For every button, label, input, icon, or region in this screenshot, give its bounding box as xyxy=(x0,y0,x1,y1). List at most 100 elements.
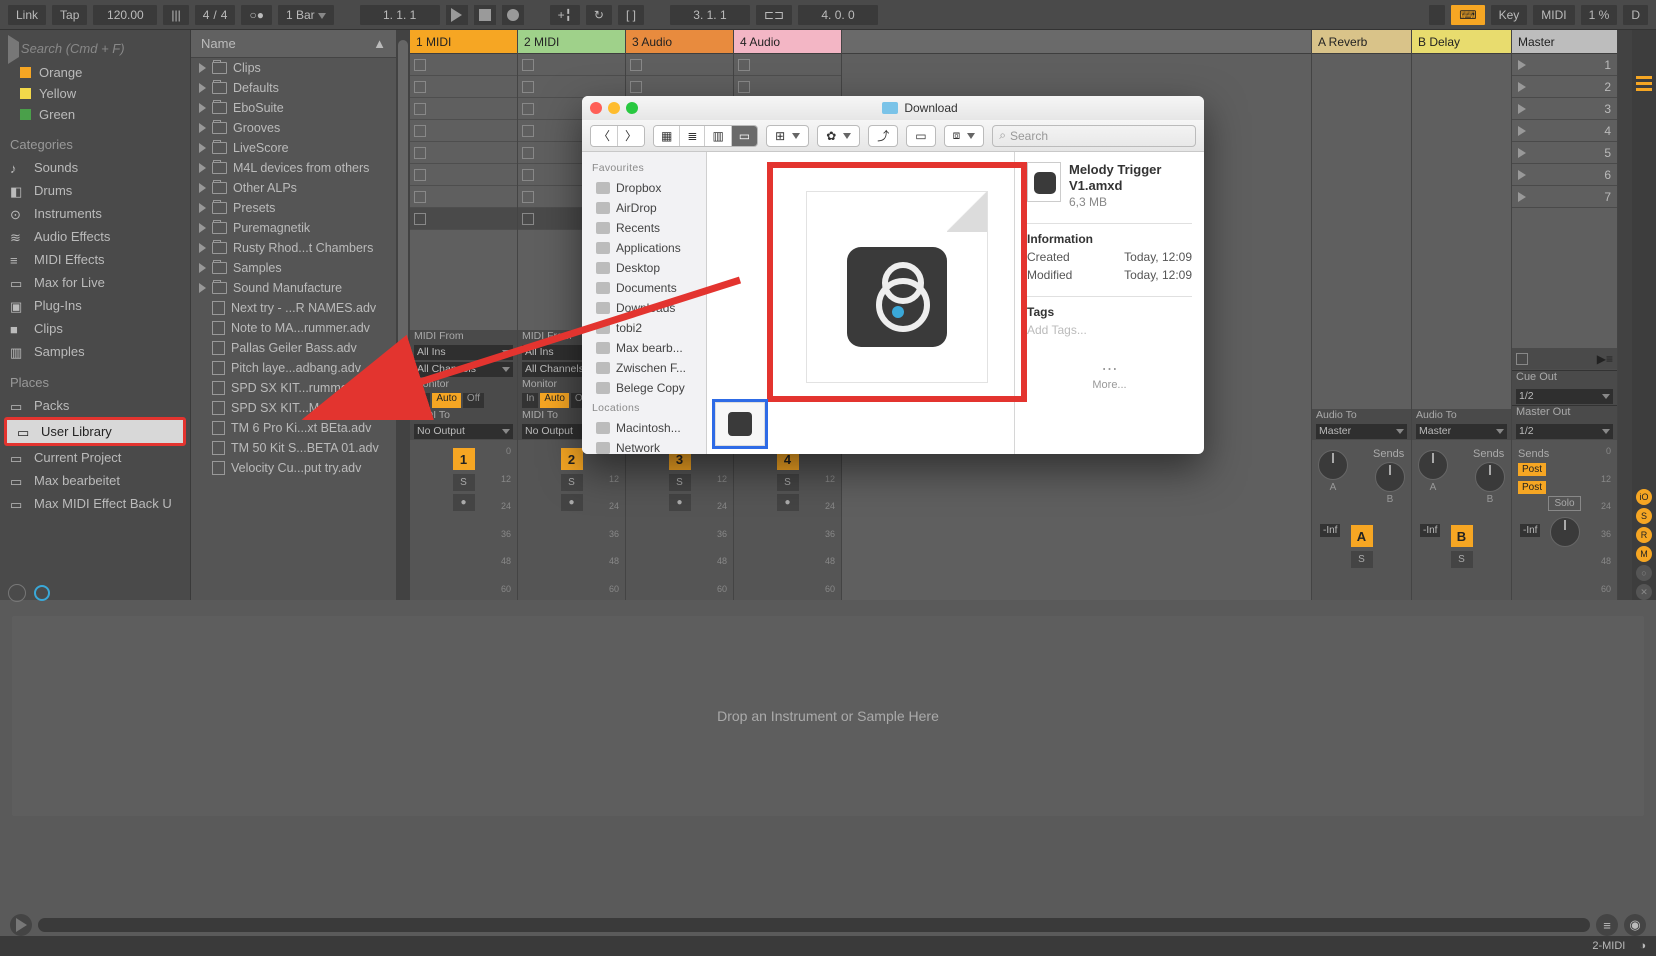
disclosure-icon[interactable] xyxy=(199,203,206,213)
master-pan-knob[interactable] xyxy=(1550,517,1580,547)
finder-favourite[interactable]: Zwischen F... xyxy=(582,358,706,378)
quantize-menu[interactable]: 1 Bar xyxy=(278,5,334,25)
clip-slot[interactable] xyxy=(734,76,841,98)
category-clips[interactable]: ■Clips xyxy=(0,317,190,340)
return-track[interactable]: B DelayAudio ToMasterASendsB-InfBS xyxy=(1412,30,1512,600)
scene-launch[interactable]: 6 xyxy=(1512,164,1617,186)
sends-section-toggle[interactable]: S xyxy=(1636,508,1652,524)
finder-favourite[interactable]: Downloads xyxy=(582,298,706,318)
clip-slot[interactable] xyxy=(410,76,517,98)
clip-stop-icon[interactable] xyxy=(522,191,534,203)
clip-stop-icon[interactable] xyxy=(738,81,750,93)
clip-stop-icon[interactable] xyxy=(414,191,426,203)
target-icon[interactable] xyxy=(34,585,50,601)
solo-button[interactable]: S xyxy=(561,474,583,491)
file-thumbnail[interactable] xyxy=(715,402,765,446)
send-a-knob[interactable] xyxy=(1418,450,1448,480)
detail-view-toggle-icon[interactable] xyxy=(10,914,32,936)
category-plug-ins[interactable]: ▣Plug-Ins xyxy=(0,294,190,317)
midi-map-button[interactable]: MIDI xyxy=(1533,5,1574,25)
track-header[interactable]: 3 Audio xyxy=(626,30,733,54)
finder-favourite[interactable]: Max bearb... xyxy=(582,338,706,358)
return-activator-button[interactable]: A xyxy=(1351,525,1373,547)
finder-window[interactable]: Download 〈 〉 ▦ ≣ ▥ ▭ ⊞ ✿ ⤴ ▭ ⧈ ⌕ Search … xyxy=(582,96,1204,454)
browser-folder[interactable]: Defaults xyxy=(191,78,396,98)
window-zoom-icon[interactable] xyxy=(626,102,638,114)
browser-file[interactable]: SPD SX KIT...MATION.adv xyxy=(191,398,396,418)
clip-slot[interactable] xyxy=(626,54,733,76)
clip-slot[interactable] xyxy=(410,54,517,76)
browser-folder[interactable]: Grooves xyxy=(191,118,396,138)
clip-stop-icon[interactable] xyxy=(738,59,750,71)
scene-launch[interactable]: 3 xyxy=(1512,98,1617,120)
finder-titlebar[interactable]: Download xyxy=(582,96,1204,120)
clip-detail-icon[interactable]: ≡ xyxy=(1596,914,1618,936)
master-track[interactable]: Master 1234567 ▶≡ Cue Out 1/2 Master Out… xyxy=(1512,30,1618,600)
automation-arm-button[interactable]: ↻ xyxy=(586,5,612,25)
scene-play-icon[interactable] xyxy=(1518,148,1526,158)
clip-slot[interactable] xyxy=(410,186,517,208)
scene-play-icon[interactable] xyxy=(1518,60,1526,70)
browser-column-header[interactable]: Name ▲ xyxy=(191,30,396,58)
clip-slot[interactable] xyxy=(518,54,625,76)
clip-stop-icon[interactable] xyxy=(414,147,426,159)
return-output-select[interactable]: Master xyxy=(1416,424,1507,439)
clip-stop-icon[interactable] xyxy=(414,125,426,137)
clip-slot[interactable] xyxy=(626,76,733,98)
mixer-section-toggle[interactable]: M xyxy=(1636,546,1652,562)
disclosure-icon[interactable] xyxy=(199,283,206,293)
stop-all-clips-icon[interactable] xyxy=(1516,353,1528,365)
category-midi-effects[interactable]: ≡MIDI Effects xyxy=(0,248,190,271)
scene-launch[interactable]: 1 xyxy=(1512,54,1617,76)
group-button[interactable]: ⊞ xyxy=(766,125,809,147)
return-header[interactable]: B Delay xyxy=(1412,30,1511,54)
returns-section-toggle[interactable]: R xyxy=(1636,527,1652,543)
scene-launch[interactable]: 5 xyxy=(1512,142,1617,164)
clip-stop-icon[interactable] xyxy=(630,81,642,93)
post-a[interactable]: Post xyxy=(1518,463,1546,476)
clip-slot[interactable] xyxy=(410,164,517,186)
monitor-in-button[interactable]: In xyxy=(522,393,538,408)
back-button[interactable]: 〈 xyxy=(591,126,618,146)
tag-yellow[interactable]: Yellow xyxy=(0,83,190,104)
browser-folder[interactable]: Puremagnetik xyxy=(191,218,396,238)
tags-button[interactable]: ▭ xyxy=(906,125,935,147)
monitor-in-button[interactable]: In xyxy=(414,393,430,408)
scene-launch[interactable]: 2 xyxy=(1512,76,1617,98)
disclosure-icon[interactable] xyxy=(199,243,206,253)
clip-stop-row[interactable] xyxy=(410,208,517,230)
browser-file[interactable]: Velocity Cu...put try.adv xyxy=(191,458,396,478)
solo-button[interactable]: S xyxy=(777,474,799,491)
track-header[interactable]: 2 MIDI xyxy=(518,30,625,54)
finder-favourite[interactable]: Desktop xyxy=(582,258,706,278)
close-icon[interactable]: ✕ xyxy=(1636,584,1652,600)
browser-folder[interactable]: EboSuite xyxy=(191,98,396,118)
return-output-select[interactable]: Master xyxy=(1316,424,1407,439)
clip-slot[interactable] xyxy=(410,120,517,142)
finder-favourite[interactable]: Dropbox xyxy=(582,178,706,198)
finder-favourite[interactable]: Recents xyxy=(582,218,706,238)
solo-button[interactable]: S xyxy=(669,474,691,491)
category-samples[interactable]: ▥Samples xyxy=(0,340,190,363)
view-mode-buttons[interactable]: ▦ ≣ ▥ ▭ xyxy=(653,125,758,147)
disclosure-icon[interactable] xyxy=(199,183,206,193)
clip-stop-icon[interactable] xyxy=(414,103,426,115)
list-view-icon[interactable]: ≣ xyxy=(680,126,705,146)
clip-slot[interactable] xyxy=(410,142,517,164)
return-activator-button[interactable]: B xyxy=(1451,525,1473,547)
tag-orange[interactable]: Orange xyxy=(0,62,190,83)
clip-stop-icon[interactable] xyxy=(414,169,426,181)
finder-location[interactable]: Network xyxy=(582,438,706,454)
finder-search[interactable]: ⌕ Search xyxy=(992,125,1196,147)
gallery-view-icon[interactable]: ▭ xyxy=(732,126,757,146)
input-channel-select[interactable]: All Channels xyxy=(414,362,513,377)
finder-location[interactable]: Macintosh... xyxy=(582,418,706,438)
monitor-off-button[interactable]: Off xyxy=(463,393,484,408)
finder-favourite[interactable]: Applications xyxy=(582,238,706,258)
category-drums[interactable]: ◧Drums xyxy=(0,179,190,202)
clip-stop-icon[interactable] xyxy=(522,103,534,115)
browser-search[interactable]: ⌕ Search (Cmd + F) xyxy=(0,34,190,62)
place-max-bearbeitet[interactable]: ▭Max bearbeitet xyxy=(0,469,190,492)
link-button[interactable]: Link xyxy=(8,5,46,25)
stop-button[interactable] xyxy=(474,5,496,25)
